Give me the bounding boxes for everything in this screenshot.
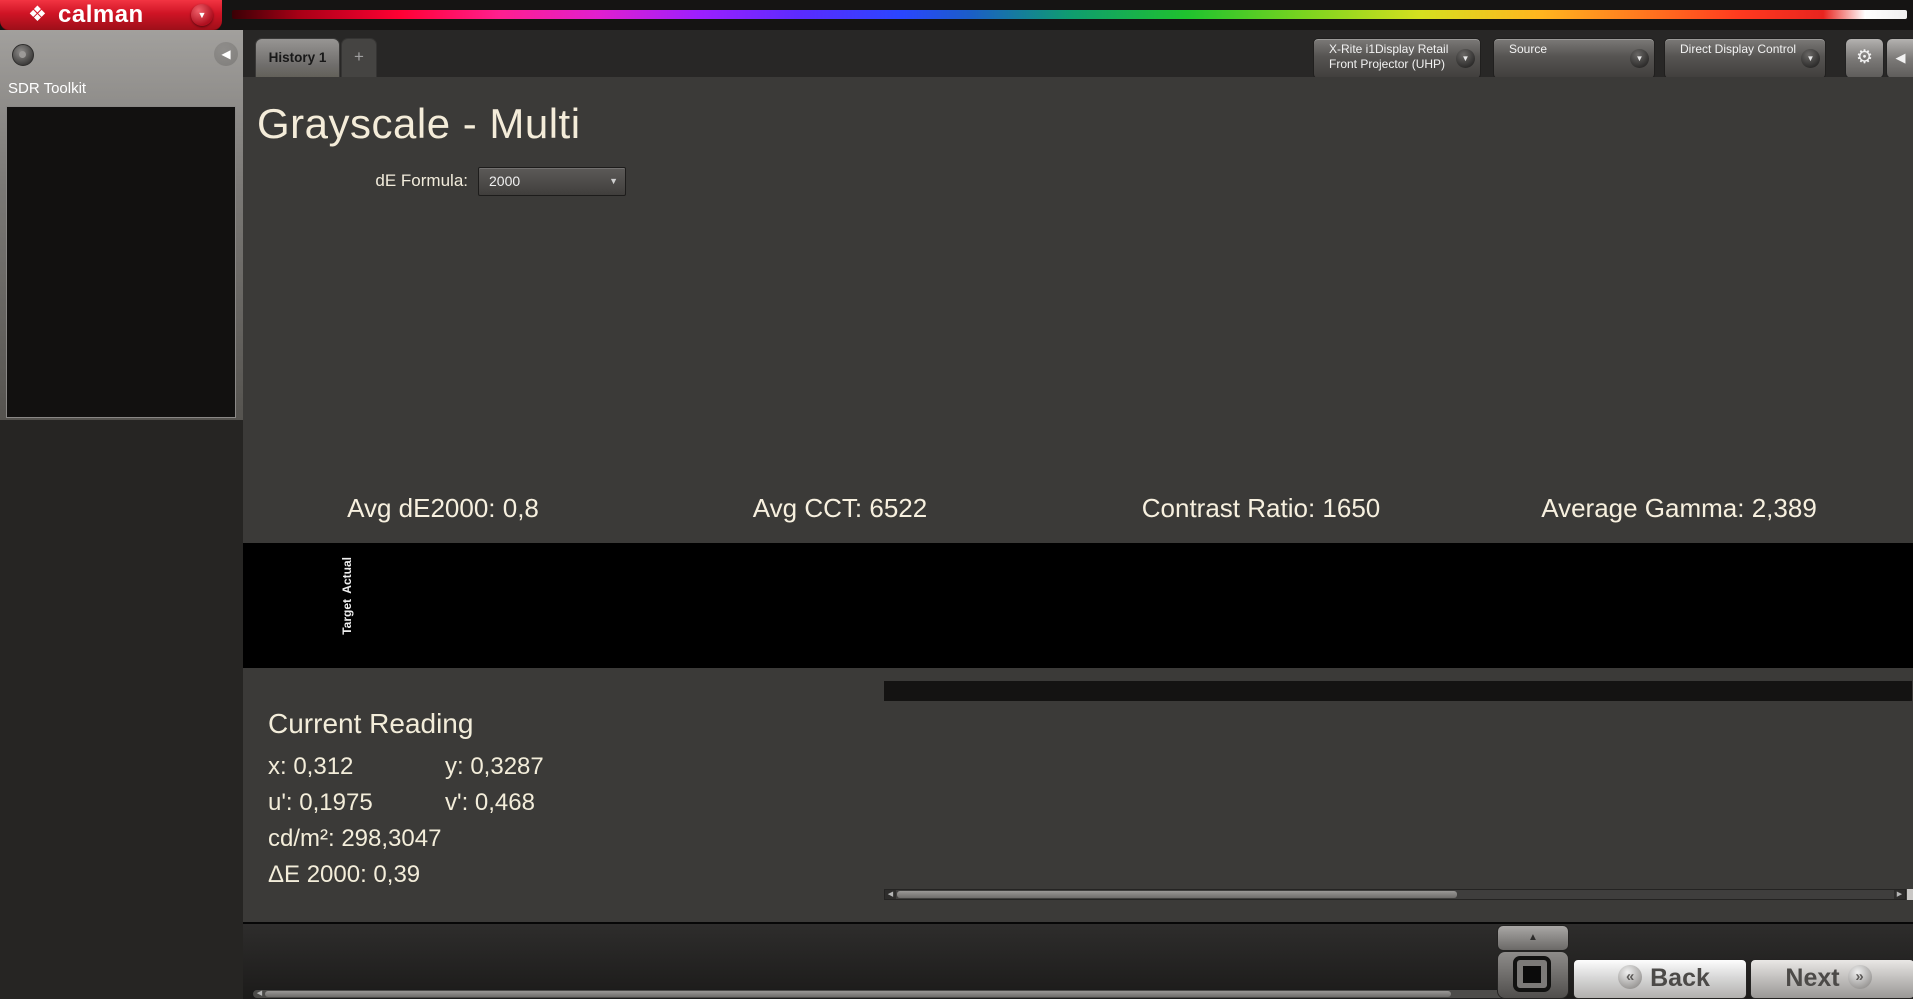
source-accent-bar <box>1497 43 1502 74</box>
scroll-left-icon[interactable]: ◀ <box>885 890 896 899</box>
calman-diamond-icon: ❖ <box>28 2 47 27</box>
reading-x: x: 0,312 <box>268 753 353 781</box>
meter-accent-bar <box>1317 43 1322 74</box>
chevron-left-icon: ◀ <box>1896 50 1906 65</box>
logo-menu-dropdown[interactable]: ▼ <box>191 4 213 26</box>
reading-de2000: ΔE 2000: 0,39 <box>268 861 420 889</box>
ramp-actual-label: Actual <box>340 557 354 594</box>
table-header-row <box>884 681 1912 701</box>
display-control-dropdown-label: Direct Display Control <box>1680 42 1796 57</box>
chevron-down-icon: ▼ <box>1456 49 1475 68</box>
de-formula-select[interactable]: 2000 ▼ <box>478 167 626 196</box>
chevron-down-icon: ▼ <box>1630 49 1649 68</box>
ramp-target-label: Target <box>340 599 354 635</box>
page-title: Grayscale - Multi <box>257 100 581 148</box>
back-button[interactable]: «Back <box>1573 959 1747 999</box>
deltae-2000-chart <box>250 200 630 485</box>
chevron-left-icon: ◀ <box>221 47 230 61</box>
stat-average-gamma: Average Gamma: 2,389 <box>1541 493 1817 524</box>
gamma-loglog-chart <box>1460 115 1913 495</box>
scroll-left-icon[interactable]: ◀ <box>254 990 265 998</box>
reading-u-prime: u': 0,1975 <box>268 789 373 817</box>
gear-icon: ⚙ <box>1856 47 1873 68</box>
workflow-tree <box>6 106 236 418</box>
radio-dot-icon <box>19 51 26 58</box>
workflow-radio-button[interactable] <box>12 44 34 66</box>
reading-v-prime: v': 0,468 <box>445 789 535 817</box>
table-scrollbar-corner <box>1907 889 1913 900</box>
sidebar-collapse-button[interactable]: ◀ <box>214 42 238 66</box>
collapse-panel-button[interactable]: ◀ <box>1886 38 1913 79</box>
table-horizontal-scrollbar[interactable]: ◀ ▶ <box>884 889 1906 900</box>
chevron-down-icon: ▼ <box>198 10 207 20</box>
meter-dropdown-label: X-Rite i1Display RetailFront Projector (… <box>1329 42 1448 72</box>
stat-avg-de2000: Avg dE2000: 0,8 <box>347 493 539 524</box>
patch-window-toggle-button[interactable] <box>1497 951 1569 999</box>
grayscale-ramp-band: Actual Target <box>243 543 1913 668</box>
stat-contrast-ratio: Contrast Ratio: 1650 <box>1142 493 1380 524</box>
reading-y: y: 0,3287 <box>445 753 544 781</box>
chevrons-right-icon: » <box>1848 965 1872 989</box>
window-frame-icon <box>1513 956 1551 992</box>
current-reading-title: Current Reading <box>268 708 473 740</box>
sidebar-title: SDR Toolkit <box>8 80 86 97</box>
rgb-balance-bar-chart <box>1262 115 1477 495</box>
meter-dropdown[interactable]: X-Rite i1Display RetailFront Projector (… <box>1313 38 1481 79</box>
sidebar: ◀ SDR Toolkit <box>0 30 243 999</box>
patch-strip-scrollbar[interactable]: ◀ ▶ <box>252 989 1532 999</box>
spectrum-gradient-bar <box>232 10 1907 19</box>
patch-scrollbar-thumb[interactable] <box>265 991 1451 997</box>
stat-avg-cct: Avg CCT: 6522 <box>753 493 927 524</box>
calman-logo[interactable]: ❖ calman ▼ <box>0 0 222 31</box>
reading-luminance: cd/m²: 298,3047 <box>268 825 441 853</box>
source-dropdown[interactable]: Source ▼ <box>1493 38 1655 79</box>
tab-history-1[interactable]: History 1 <box>255 38 340 78</box>
chevron-down-icon: ▼ <box>609 176 618 186</box>
chevron-up-icon: ▲ <box>1528 932 1538 943</box>
cie-1931-xy-chart <box>570 692 900 922</box>
measurement-table: ◀ ▶ <box>884 681 1913 900</box>
source-dropdown-label: Source <box>1509 42 1547 57</box>
chevrons-left-icon: « <box>1618 965 1642 989</box>
table-scrollbar-thumb[interactable] <box>897 891 1457 898</box>
tab-strip <box>243 30 1913 77</box>
settings-button[interactable]: ⚙ <box>1845 38 1884 79</box>
patch-button-strip <box>255 941 1532 989</box>
chevron-down-icon: ▼ <box>1801 49 1820 68</box>
calman-app-window: ❖ calman ▼ History 1 + X-Rite i1Display … <box>0 0 1913 999</box>
rgb-balance-line-chart <box>640 115 1260 495</box>
sidebar-header-panel: ◀ SDR Toolkit <box>0 30 243 420</box>
de-formula-label: dE Formula: <box>350 171 468 191</box>
direct-display-control-dropdown[interactable]: Direct Display Control ▼ <box>1664 38 1826 79</box>
add-tab-button[interactable]: + <box>341 38 377 78</box>
scroll-right-icon[interactable]: ▶ <box>1894 890 1905 899</box>
window-fill-icon <box>1523 966 1541 983</box>
calman-logo-text: calman <box>58 0 144 29</box>
expand-up-button[interactable]: ▲ <box>1497 925 1569 951</box>
de-formula-value: 2000 <box>489 173 520 189</box>
next-button[interactable]: Next» <box>1750 959 1913 999</box>
display-control-accent-bar <box>1668 43 1673 74</box>
